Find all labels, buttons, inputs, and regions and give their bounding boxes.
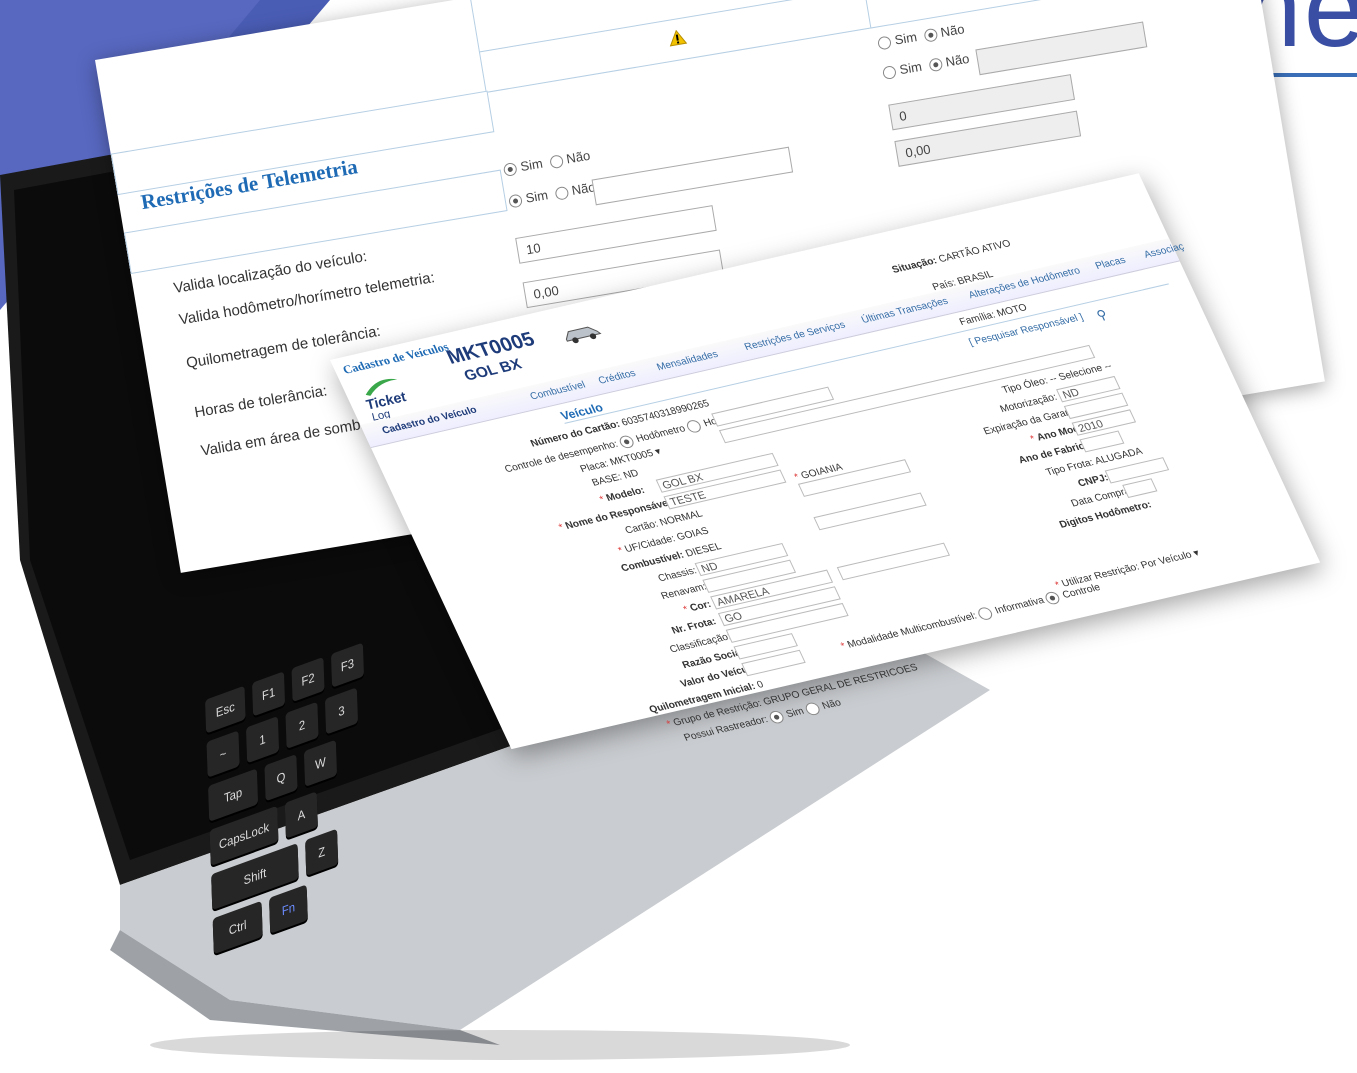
cnpj-label: CNPJ: bbox=[1076, 472, 1111, 490]
radio-nao[interactable] bbox=[548, 154, 564, 170]
radio-sim[interactable] bbox=[881, 65, 897, 81]
radio-sim-label: Sim bbox=[524, 187, 550, 206]
radio-sim[interactable] bbox=[877, 35, 893, 51]
tipo-frota-label: Tipo Frota: bbox=[1044, 457, 1096, 479]
radio-nao[interactable] bbox=[554, 185, 570, 201]
car-icon bbox=[565, 326, 602, 344]
radio-nao-label: Não bbox=[944, 50, 971, 70]
radio-hodometro[interactable] bbox=[617, 434, 636, 450]
radio-controle[interactable] bbox=[1043, 590, 1063, 606]
radio-nao[interactable] bbox=[927, 57, 943, 73]
renavam-label: Renavam: bbox=[659, 581, 709, 603]
cor-label: Cor: bbox=[688, 599, 714, 614]
utilizar-value: Por Veículo bbox=[1139, 549, 1194, 572]
odometer-radio-group[interactable]: Sim Não bbox=[508, 179, 597, 209]
tipo-oleo-label: Tipo Óleo: bbox=[1000, 375, 1050, 397]
radio-sim-label: Sim bbox=[898, 58, 923, 78]
key-3: 3 bbox=[324, 687, 359, 735]
placa-extra-field[interactable] bbox=[718, 344, 1096, 444]
hodometro-label: Hodômetro bbox=[634, 423, 688, 445]
data-compra-input[interactable] bbox=[1122, 478, 1158, 498]
radio-sim[interactable] bbox=[502, 162, 518, 178]
chassis-label: Chassis: bbox=[656, 565, 699, 585]
base-label: BASE: bbox=[590, 471, 624, 489]
radio-nao-label: Não bbox=[939, 21, 966, 40]
situacao-value: CARTÃO ATIVO bbox=[936, 238, 1013, 265]
key-z: Z bbox=[305, 828, 339, 876]
frota-label: Nr. Frota: bbox=[670, 616, 719, 637]
odometer-extra-field[interactable] bbox=[591, 146, 794, 206]
key-a: A bbox=[284, 791, 318, 839]
uf-value: GOIAS bbox=[675, 525, 711, 544]
key-w: W bbox=[303, 739, 338, 788]
radio-sim[interactable] bbox=[508, 193, 524, 209]
key-2: 2 bbox=[285, 701, 319, 750]
radio-nao[interactable] bbox=[923, 27, 938, 43]
cartao-label: Cartão: bbox=[623, 518, 661, 537]
placa-label: Placa: bbox=[578, 458, 611, 475]
situacao: Situação: CARTÃO ATIVO bbox=[890, 238, 1012, 275]
modalidade-label: Modalidade Multicombustível: bbox=[845, 610, 979, 651]
lock-column-header bbox=[863, 0, 1253, 29]
radio-sim-label: Sim bbox=[519, 155, 544, 175]
key-fn: Fn bbox=[269, 884, 308, 934]
key-tilde: ~ bbox=[206, 730, 240, 778]
odometer-radio-group-2[interactable]: Sim Não bbox=[881, 50, 971, 81]
cor-extra-field[interactable] bbox=[836, 542, 951, 581]
label-hours-tolerance: Horas de tolerância: bbox=[193, 382, 329, 422]
informativa-label: Informativa bbox=[993, 595, 1047, 617]
key-q: Q bbox=[264, 754, 298, 802]
key-tab: Tap bbox=[208, 768, 259, 822]
location-radio-group[interactable]: Sim Não bbox=[502, 147, 592, 178]
radio-informativa[interactable] bbox=[976, 606, 995, 622]
base-value: ND bbox=[621, 467, 641, 482]
modelo-label: Modelo: bbox=[604, 485, 647, 504]
key-ctrl: Ctrl bbox=[212, 900, 263, 955]
cartao-value: NORMAL bbox=[658, 508, 705, 529]
quilometragem-value: 0 bbox=[755, 679, 766, 691]
location-radio-group-2[interactable]: Sim Não bbox=[877, 21, 966, 51]
search-icon[interactable]: ⚲ bbox=[1094, 307, 1110, 324]
radio-horimetro[interactable] bbox=[684, 418, 704, 434]
radio-sim-label: Sim bbox=[893, 29, 919, 48]
situacao-label: Situação: bbox=[890, 255, 939, 276]
utilizar-label: Utilizar Restrição: bbox=[1060, 561, 1142, 590]
combustivel-extra-field[interactable] bbox=[813, 492, 927, 531]
radio-nao-label: Não bbox=[565, 147, 592, 167]
warning-icon bbox=[669, 29, 688, 47]
odometer-extra-field-2[interactable] bbox=[975, 21, 1148, 76]
key-1: 1 bbox=[245, 716, 280, 764]
label-shadow-area: Valida em área de sombra: bbox=[199, 413, 379, 460]
